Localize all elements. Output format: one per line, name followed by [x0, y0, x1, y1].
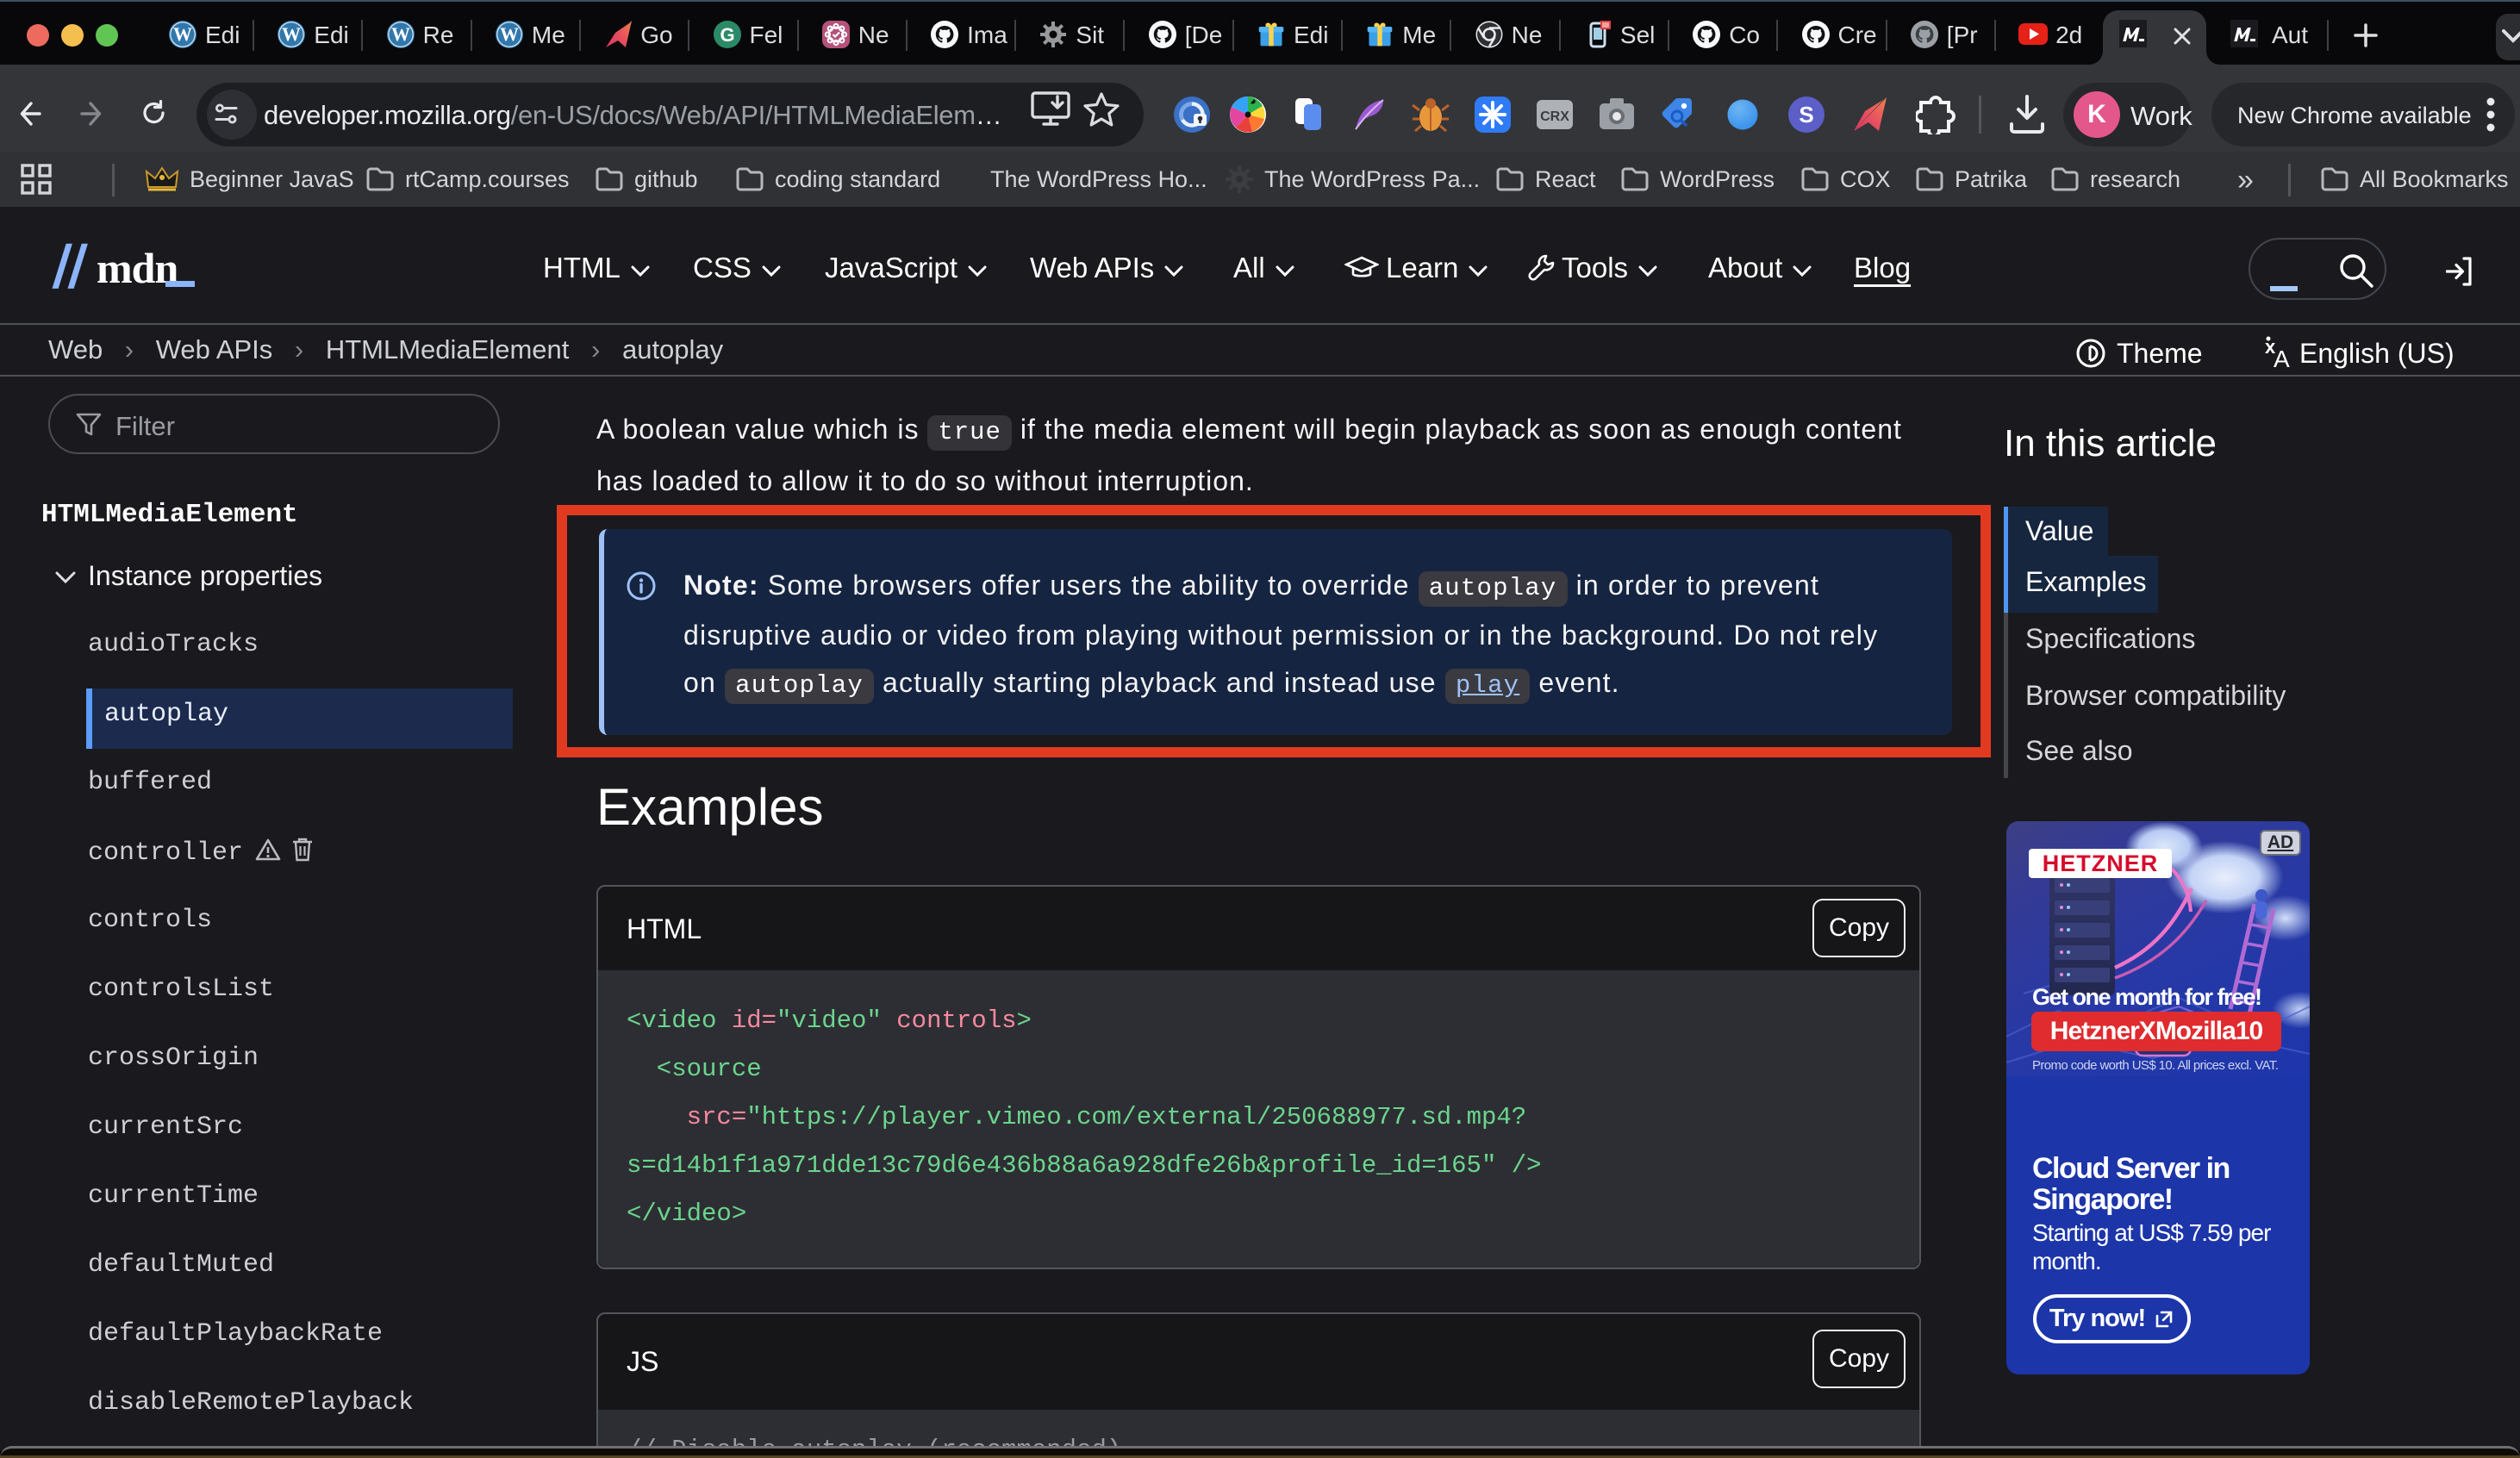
svg-text:W: W [500, 23, 519, 45]
svg-text:A: A [2274, 346, 2290, 371]
svg-text:W: W [173, 23, 192, 45]
svg-text:CRX: CRX [1540, 109, 1569, 124]
svg-text:S: S [1799, 102, 1813, 128]
svg-text:W: W [282, 23, 301, 45]
svg-text:G: G [720, 24, 734, 46]
svg-text:W: W [391, 23, 410, 45]
